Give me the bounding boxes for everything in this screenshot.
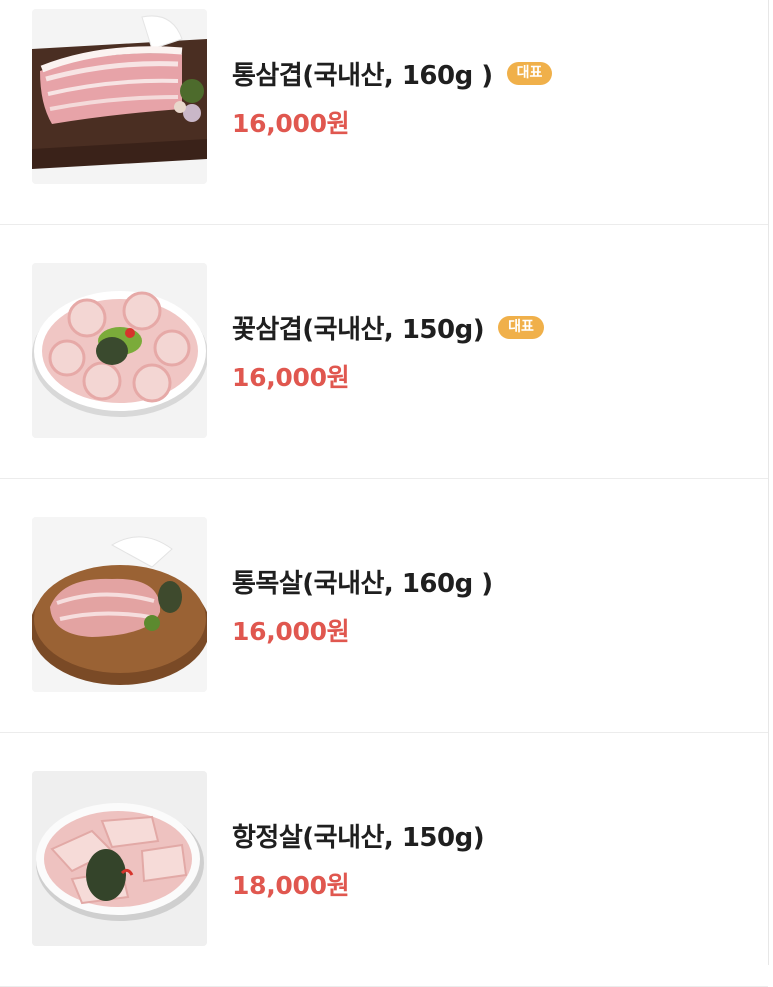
menu-item-name: 항정살(국내산, 150g): [232, 823, 485, 853]
menu-item[interactable]: 통삼겹(국내산, 160g ) 대표 16,000원: [0, 0, 768, 225]
signature-badge: 대표: [506, 62, 553, 85]
name-row: 꽃삼겹(국내산, 150g) 대표: [232, 309, 544, 346]
sliced-pork-belly-plate-image: [32, 263, 207, 438]
menu-item-price: 16,000원: [232, 363, 350, 392]
menu-item[interactable]: 꽃삼겹(국내산, 150g) 대표 16,000원: [0, 225, 768, 479]
pork-jowl-plate-image: [32, 771, 207, 946]
menu-item-image: [32, 9, 207, 184]
name-row: 통목살(국내산, 160g ): [232, 563, 493, 600]
menu-item-image: [32, 771, 207, 946]
menu-item-image: [32, 263, 207, 438]
menu-item-info: 꽃삼겹(국내산, 150g) 대표 16,000원: [232, 225, 544, 478]
menu-item-info: 통삼겹(국내산, 160g ) 대표 16,000원: [232, 0, 553, 224]
menu-item-image: [32, 517, 207, 692]
menu-item-info: 항정살(국내산, 150g) 18,000원: [232, 733, 485, 986]
name-row: 항정살(국내산, 150g): [232, 817, 485, 854]
menu-item-price: 16,000원: [232, 617, 350, 646]
menu-item-price: 18,000원: [232, 871, 350, 900]
name-row: 통삼겹(국내산, 160g ) 대표: [232, 55, 553, 92]
menu-list: 통삼겹(국내산, 160g ) 대표 16,000원 꽃삼겹(국내산, 150g…: [0, 0, 769, 987]
menu-item-name: 통삼겹(국내산, 160g ): [232, 61, 493, 91]
menu-item-name: 꽃삼겹(국내산, 150g): [232, 315, 485, 345]
menu-item[interactable]: 항정살(국내산, 150g) 18,000원: [0, 733, 768, 987]
menu-item[interactable]: 통목살(국내산, 160g ) 16,000원: [0, 479, 768, 733]
menu-item-info: 통목살(국내산, 160g ) 16,000원: [232, 479, 493, 732]
signature-badge: 대표: [498, 316, 544, 339]
pork-belly-block-on-board-image: [32, 9, 207, 184]
pork-neck-on-round-board-image: [32, 517, 207, 692]
menu-item-name: 통목살(국내산, 160g ): [232, 569, 493, 599]
menu-item-price: 16,000원: [232, 109, 350, 138]
